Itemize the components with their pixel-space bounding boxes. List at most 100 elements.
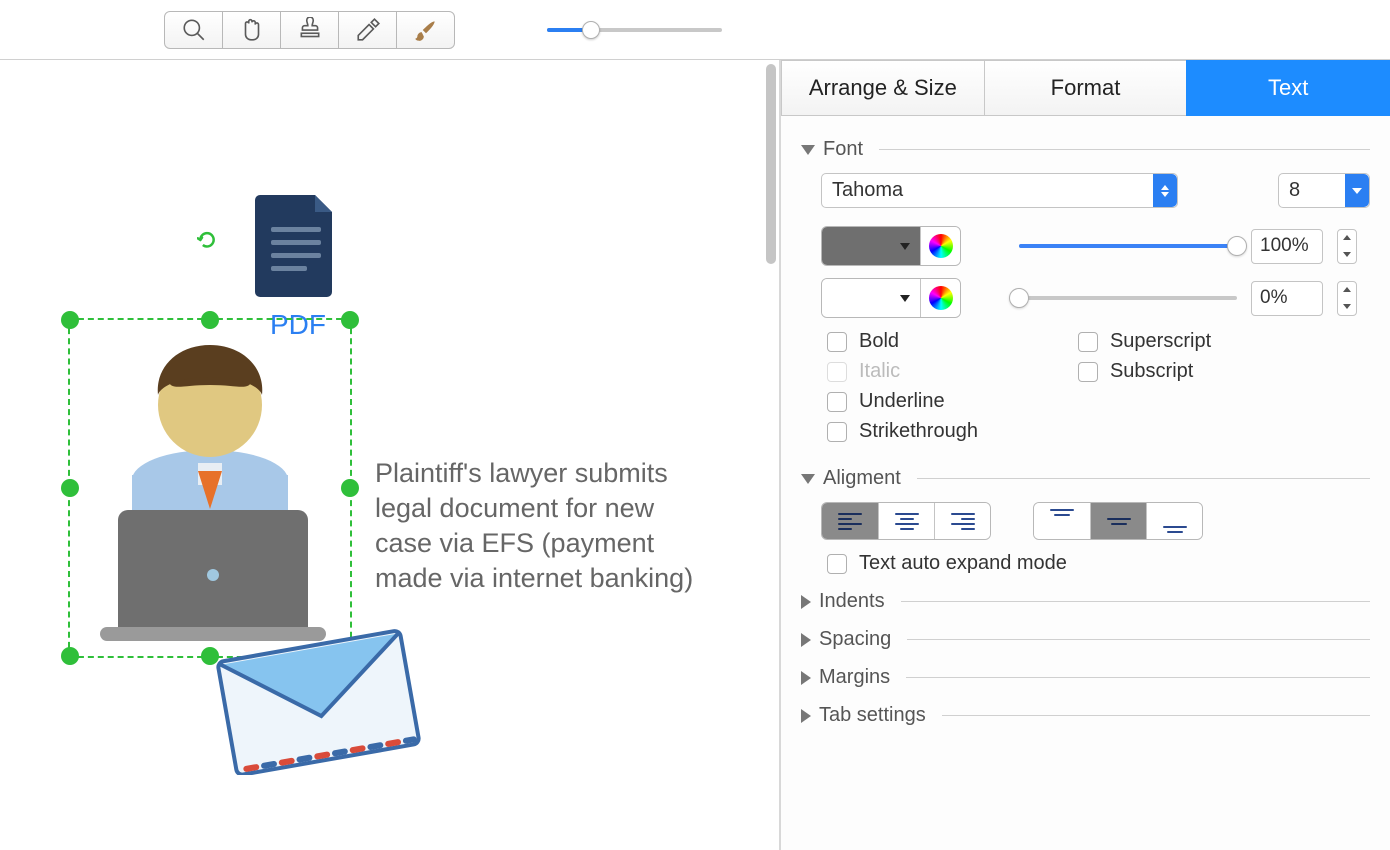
section-indents-header[interactable]: Indents [801, 590, 1370, 613]
envelope-icon [215, 620, 425, 775]
stamp-tool[interactable] [280, 11, 339, 49]
text-color-row: 100% [821, 226, 1370, 266]
align-right-button[interactable] [934, 503, 990, 539]
check-underline[interactable]: Underline [827, 390, 978, 413]
stamp-icon [297, 17, 323, 43]
section-alignment-header[interactable]: Aligment [801, 467, 1370, 490]
canvas[interactable]: PDF [0, 60, 780, 850]
valign-top-button[interactable] [1034, 503, 1090, 539]
checkbox-icon [827, 422, 847, 442]
text-color-swatch[interactable] [822, 227, 920, 265]
section-font-header[interactable]: Font [801, 138, 1370, 161]
check-subscript-label: Subscript [1110, 360, 1193, 383]
magnifier-icon [181, 17, 207, 43]
text-opacity-slider[interactable] [1019, 244, 1237, 248]
handle-mid-left[interactable] [61, 479, 79, 497]
caption-content: Plaintiff's lawyer submits legal documen… [375, 458, 693, 593]
rotate-handle-icon[interactable] [197, 230, 217, 253]
divider [901, 601, 1370, 602]
section-margins-header[interactable]: Margins [801, 666, 1370, 689]
divider [917, 478, 1370, 479]
eyedropper-tool[interactable] [338, 11, 397, 49]
bg-opacity-value[interactable]: 0% [1251, 281, 1323, 316]
vertical-align-segment [1033, 502, 1203, 540]
magnifier-tool[interactable] [164, 11, 223, 49]
disclosure-down-icon [801, 145, 815, 155]
zoom-controls [535, 22, 734, 38]
valign-bottom-button[interactable] [1146, 503, 1202, 539]
horizontal-align-segment [821, 502, 991, 540]
vertical-scrollbar[interactable] [763, 60, 779, 850]
valign-top-icon [1050, 509, 1074, 533]
text-color-picker[interactable] [821, 226, 961, 266]
check-bold[interactable]: Bold [827, 330, 978, 353]
stepper-up-icon[interactable] [1338, 230, 1356, 247]
bg-color-swatch[interactable] [822, 279, 920, 317]
divider [942, 715, 1370, 716]
handle-top-center[interactable] [201, 311, 219, 329]
zoom-slider-thumb[interactable] [582, 21, 600, 39]
handle-bottom-left[interactable] [61, 647, 79, 665]
person-laptop-illustration [80, 335, 345, 645]
checkbox-icon [1078, 332, 1098, 352]
valign-middle-icon [1107, 509, 1131, 533]
inspector-tabs: Arrange & Size Format Text [781, 60, 1390, 116]
section-spacing-header[interactable]: Spacing [801, 628, 1370, 651]
check-strikethrough[interactable]: Strikethrough [827, 420, 978, 443]
section-tabsettings-header[interactable]: Tab settings [801, 704, 1370, 727]
font-style-checks: Bold Italic Underline Strikethrough Supe… [827, 330, 1370, 443]
slider-thumb[interactable] [1227, 236, 1247, 256]
check-auto-expand-label: Text auto expand mode [859, 552, 1067, 575]
handle-top-left[interactable] [61, 311, 79, 329]
hand-tool[interactable] [222, 11, 281, 49]
color-wheel-button[interactable] [920, 279, 960, 317]
section-spacing-title: Spacing [819, 628, 891, 651]
align-left-button[interactable] [822, 503, 878, 539]
stepper-up-icon[interactable] [1338, 282, 1356, 299]
divider [879, 149, 1370, 150]
checkbox-icon [1078, 362, 1098, 382]
bg-color-row: 0% [821, 278, 1370, 318]
divider [907, 639, 1370, 640]
tab-text[interactable]: Text [1186, 60, 1390, 116]
align-center-button[interactable] [878, 503, 934, 539]
font-size-select[interactable]: 8 [1278, 173, 1370, 208]
check-underline-label: Underline [859, 390, 945, 413]
check-superscript-label: Superscript [1110, 330, 1211, 353]
tab-format[interactable]: Format [984, 60, 1188, 116]
check-italic-label: Italic [859, 360, 900, 383]
tab-arrange-size[interactable]: Arrange & Size [781, 60, 985, 116]
font-family-select[interactable]: Tahoma [821, 173, 1178, 208]
section-font-title: Font [823, 138, 863, 161]
section-tabsettings-title: Tab settings [819, 704, 926, 727]
color-wheel-button[interactable] [920, 227, 960, 265]
valign-middle-button[interactable] [1090, 503, 1146, 539]
scrollbar-thumb[interactable] [766, 64, 776, 264]
checkbox-icon [827, 332, 847, 352]
text-opacity-value[interactable]: 100% [1251, 229, 1323, 264]
bg-opacity-stepper[interactable] [1337, 281, 1357, 316]
text-opacity-stepper[interactable] [1337, 229, 1357, 264]
bg-opacity-slider[interactable] [1019, 296, 1237, 300]
checkbox-icon [827, 554, 847, 574]
handle-top-right[interactable] [341, 311, 359, 329]
section-margins-title: Margins [819, 666, 890, 689]
font-family-row: Tahoma 8 [821, 173, 1370, 208]
check-auto-expand[interactable]: Text auto expand mode [827, 552, 1370, 575]
check-bold-label: Bold [859, 330, 899, 353]
dropdown-caret-icon [1345, 174, 1369, 207]
check-subscript[interactable]: Subscript [1078, 360, 1211, 383]
bg-color-picker[interactable] [821, 278, 961, 318]
zoom-slider[interactable] [547, 28, 722, 32]
disclosure-right-icon [801, 633, 811, 647]
disclosure-right-icon [801, 595, 811, 609]
stepper-down-icon[interactable] [1338, 246, 1356, 263]
inspector-panel: Arrange & Size Format Text Font Tahoma 8 [780, 60, 1390, 850]
check-superscript[interactable]: Superscript [1078, 330, 1211, 353]
divider [906, 677, 1370, 678]
caption-text[interactable]: Plaintiff's lawyer submits legal documen… [375, 456, 695, 596]
slider-thumb[interactable] [1009, 288, 1029, 308]
eyedropper-icon [355, 17, 381, 43]
brush-tool[interactable] [396, 11, 455, 49]
stepper-down-icon[interactable] [1338, 298, 1356, 315]
